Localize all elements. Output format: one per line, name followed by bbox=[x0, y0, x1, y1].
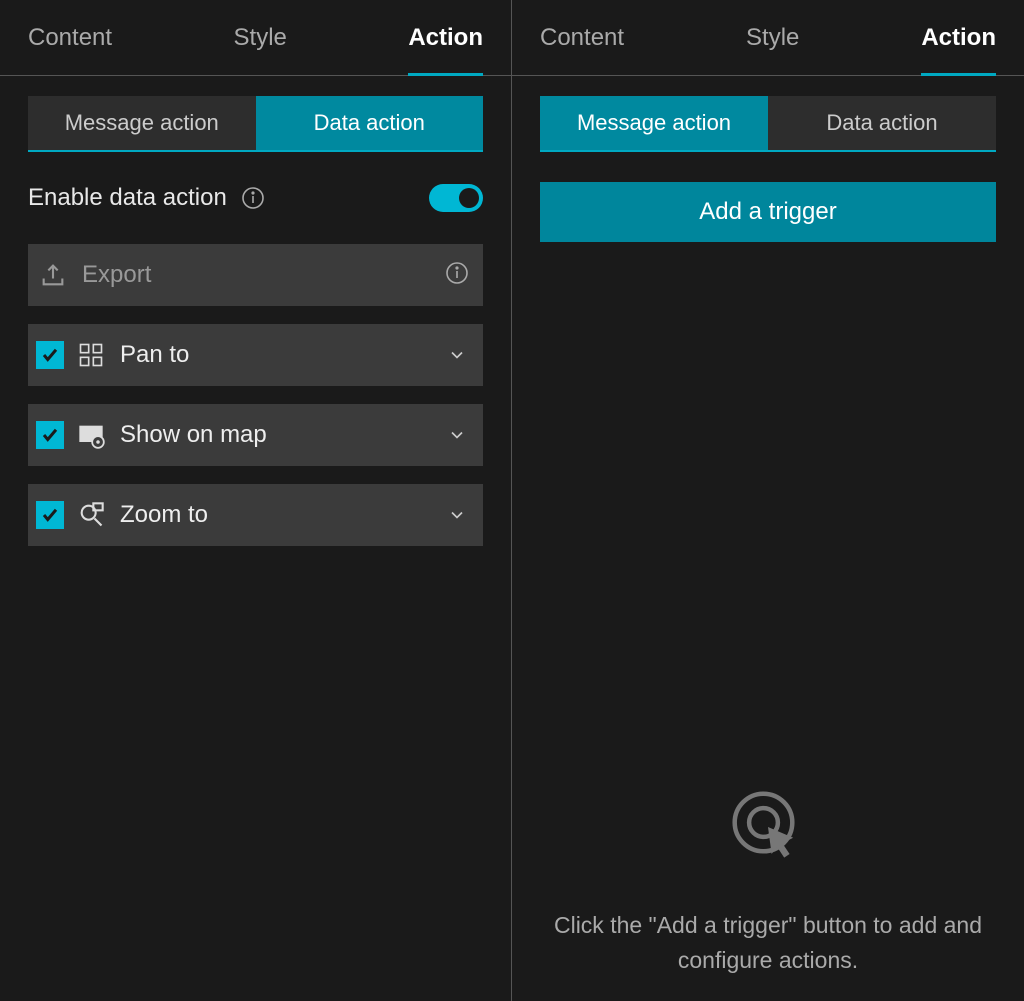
enable-data-action-row: Enable data action bbox=[28, 184, 483, 212]
chevron-down-icon[interactable] bbox=[445, 423, 469, 447]
tab-style[interactable]: Style bbox=[234, 24, 287, 75]
chevron-down-icon[interactable] bbox=[445, 343, 469, 367]
top-tabs-right: Content Style Action bbox=[512, 0, 1024, 76]
action-label-export: Export bbox=[82, 261, 445, 289]
action-item-show-on-map[interactable]: Show on map bbox=[28, 404, 483, 466]
action-label-pan-to: Pan to bbox=[120, 341, 445, 369]
chevron-down-icon[interactable] bbox=[445, 503, 469, 527]
subtab-data-action[interactable]: Data action bbox=[768, 96, 996, 150]
tab-content[interactable]: Content bbox=[540, 24, 624, 75]
action-item-export[interactable]: Export bbox=[28, 244, 483, 306]
action-label-zoom-to: Zoom to bbox=[120, 501, 445, 529]
left-panel: Content Style Action Message action Data… bbox=[0, 0, 512, 1001]
checkbox-zoom-to[interactable] bbox=[36, 501, 64, 529]
add-trigger-button[interactable]: Add a trigger bbox=[540, 182, 996, 242]
info-icon[interactable] bbox=[445, 261, 469, 290]
empty-state-text: Click the "Add a trigger" button to add … bbox=[540, 908, 996, 977]
click-cursor-icon bbox=[540, 782, 996, 872]
subtab-data-action[interactable]: Data action bbox=[256, 96, 484, 150]
subtab-message-action[interactable]: Message action bbox=[540, 96, 768, 150]
checkbox-show-on-map[interactable] bbox=[36, 421, 64, 449]
tab-content[interactable]: Content bbox=[28, 24, 112, 75]
tab-action[interactable]: Action bbox=[408, 24, 483, 75]
tab-style[interactable]: Style bbox=[746, 24, 799, 75]
show-on-map-icon bbox=[74, 418, 108, 452]
zoom-to-icon bbox=[74, 498, 108, 532]
right-panel: Content Style Action Message action Data… bbox=[512, 0, 1024, 1001]
action-label-show-on-map: Show on map bbox=[120, 421, 445, 449]
checkbox-pan-to[interactable] bbox=[36, 341, 64, 369]
subtabs-right: Message action Data action bbox=[540, 96, 996, 152]
pan-to-icon bbox=[74, 338, 108, 372]
action-item-pan-to[interactable]: Pan to bbox=[28, 324, 483, 386]
export-icon bbox=[36, 258, 70, 292]
top-tabs-left: Content Style Action bbox=[0, 0, 511, 76]
tab-action[interactable]: Action bbox=[921, 24, 996, 75]
action-item-zoom-to[interactable]: Zoom to bbox=[28, 484, 483, 546]
data-action-list: Export Pan to Show on map bbox=[28, 244, 483, 546]
empty-state: Click the "Add a trigger" button to add … bbox=[512, 782, 1024, 977]
enable-data-action-toggle[interactable] bbox=[429, 184, 483, 212]
info-icon[interactable] bbox=[241, 186, 265, 210]
subtab-message-action[interactable]: Message action bbox=[28, 96, 256, 150]
toggle-knob bbox=[459, 188, 479, 208]
subtabs-left: Message action Data action bbox=[28, 96, 483, 152]
enable-data-action-label: Enable data action bbox=[28, 184, 227, 212]
